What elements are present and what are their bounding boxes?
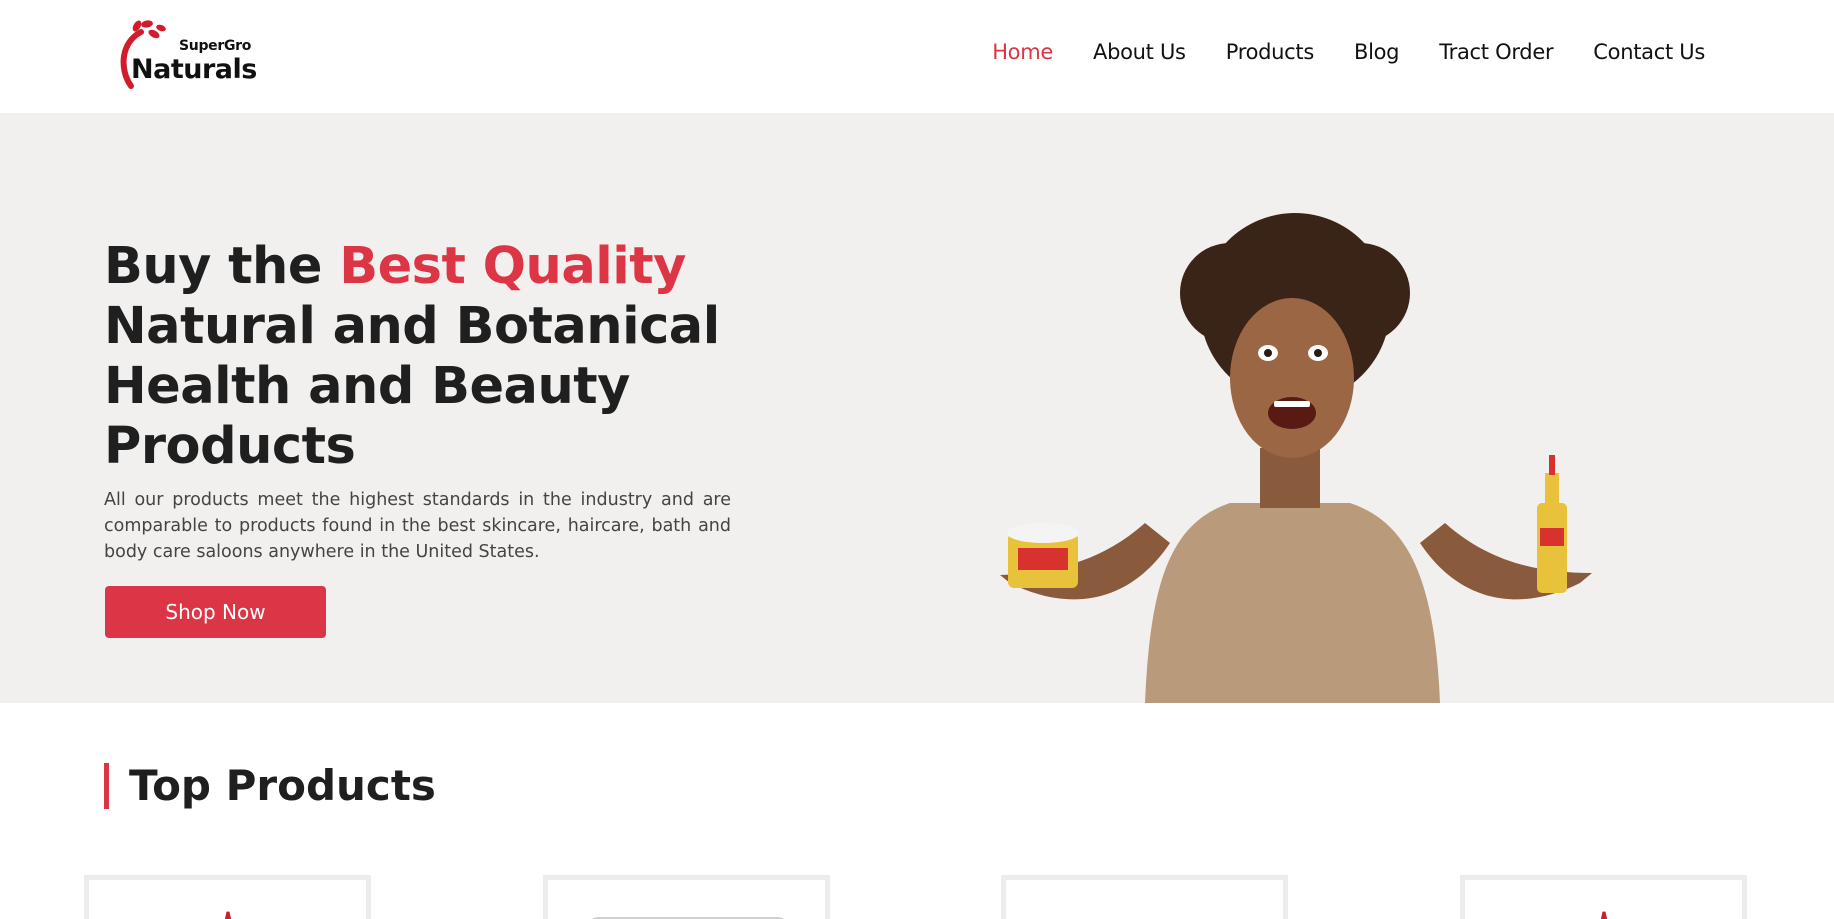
hero-description: All our products meet the highest standa… [104, 490, 731, 562]
hero-title-rest: Natural and Botanical Health and Beauty … [104, 297, 720, 476]
site-header: SuperGro Naturals Home About Us Products… [0, 0, 1834, 113]
shop-now-button[interactable]: Shop Now [105, 586, 326, 638]
nav-contact-us[interactable]: Contact Us [1593, 40, 1705, 64]
product-card[interactable] [543, 875, 830, 919]
hero-title: Buy the Best Quality Natural and Botanica… [104, 237, 764, 477]
main-nav: Home About Us Products Blog Tract Order … [952, 40, 1705, 64]
top-products-list [0, 875, 1834, 919]
hero-title-highlight: Best Quality [339, 237, 686, 296]
hero-banner: Buy the Best Quality Natural and Botanica… [0, 113, 1834, 703]
product-image [224, 911, 231, 919]
nav-blog[interactable]: Blog [1354, 40, 1400, 64]
brand-logo[interactable]: SuperGro Naturals [117, 14, 257, 90]
product-card[interactable] [1001, 875, 1288, 919]
model-with-products-image [1000, 213, 1592, 703]
brand-name: Naturals [131, 54, 257, 85]
brand-sub: SuperGro [179, 38, 252, 54]
nav-about-us[interactable]: About Us [1093, 40, 1186, 64]
nav-home[interactable]: Home [992, 40, 1053, 64]
nav-products[interactable]: Products [1226, 40, 1315, 64]
nav-tract-order[interactable]: Tract Order [1439, 40, 1553, 64]
product-card[interactable] [84, 875, 371, 919]
top-products-title: Top Products [104, 763, 436, 809]
product-image [1600, 911, 1607, 919]
product-card[interactable] [1460, 875, 1747, 919]
hero-title-prefix: Buy the [104, 237, 340, 296]
